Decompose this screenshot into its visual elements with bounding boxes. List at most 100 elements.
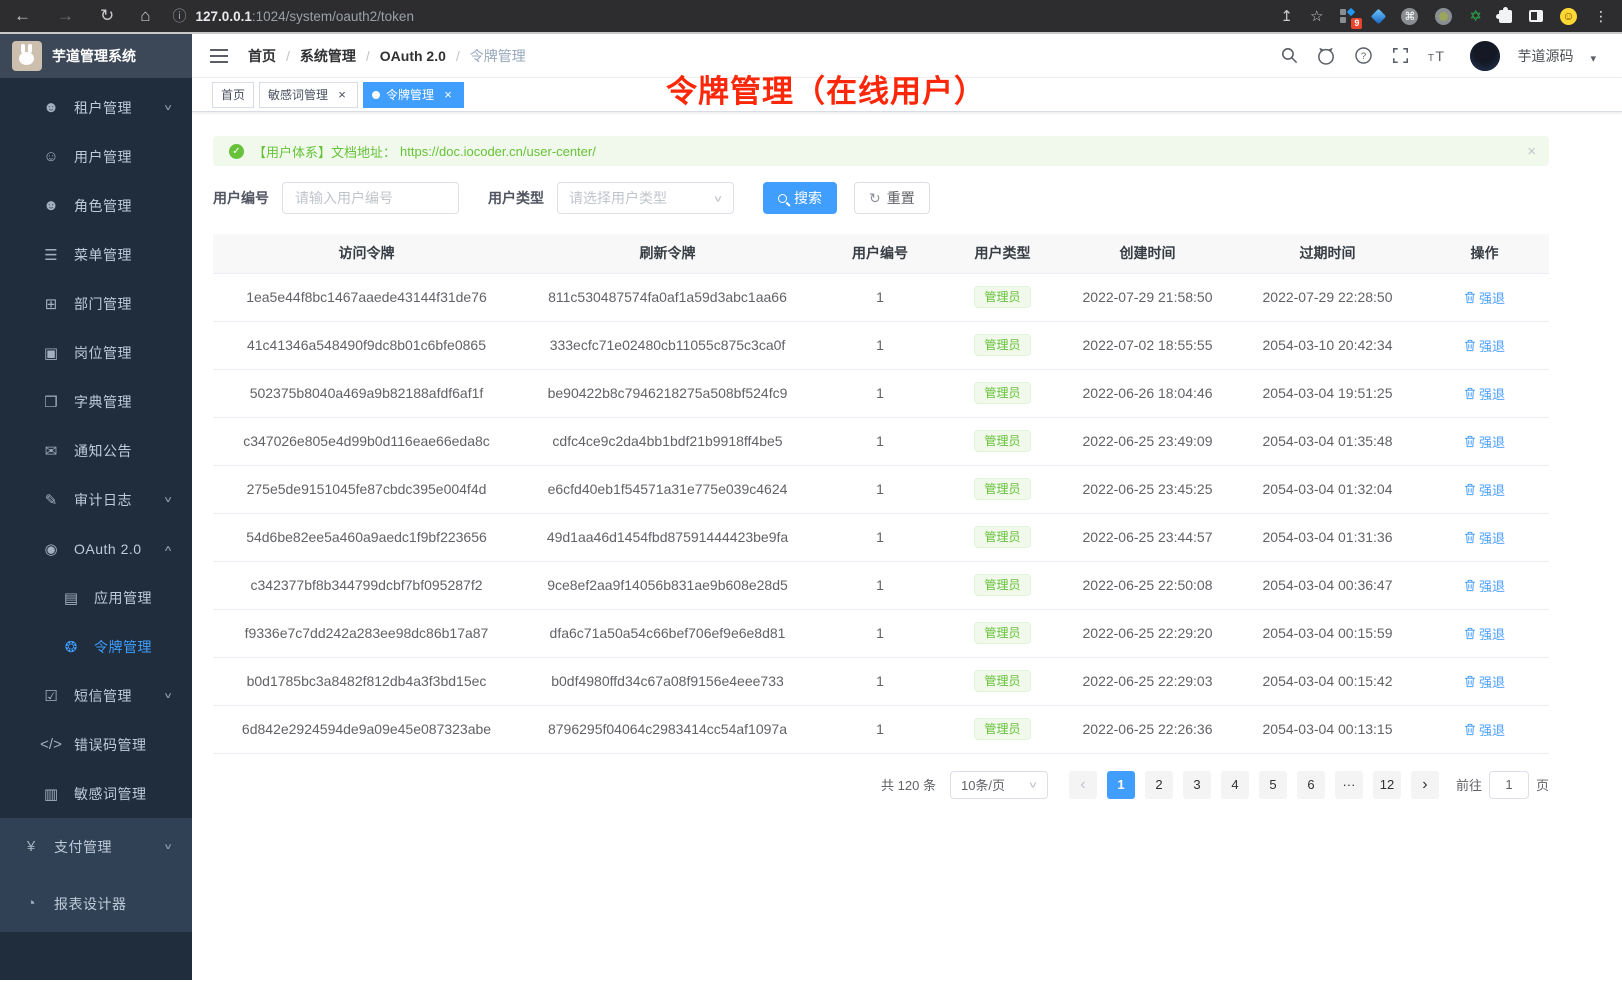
view-tab[interactable]: 令牌管理	[363, 82, 464, 108]
sidebar-item[interactable]: ◉ OAuth 2.0 ∧	[0, 524, 192, 573]
sidebar-item[interactable]: ✉ 通知公告	[0, 426, 192, 475]
force-logout-button[interactable]: 强退	[1464, 576, 1505, 595]
chevron-icon: ∨	[163, 691, 173, 701]
extension-grid-icon[interactable]: 9	[1340, 8, 1356, 24]
close-icon[interactable]	[441, 88, 455, 102]
sidebar-item[interactable]: ☻ 角色管理	[0, 181, 192, 230]
reset-button[interactable]: 重置	[854, 182, 930, 214]
search-button[interactable]: 搜索	[763, 182, 837, 214]
user-type-cell: 管理员	[945, 513, 1060, 561]
force-logout-button[interactable]: 强退	[1464, 288, 1505, 307]
extension-record-icon[interactable]	[1435, 8, 1452, 25]
sidebar-item[interactable]: ▣ 岗位管理	[0, 328, 192, 377]
user-menu-caret-icon[interactable]: ▾	[1590, 52, 1596, 65]
alert-close-icon[interactable]	[1527, 143, 1536, 160]
reload-icon[interactable]: ↻	[100, 6, 114, 26]
force-logout-button[interactable]: 强退	[1464, 528, 1505, 547]
view-tab[interactable]: 首页	[212, 82, 254, 108]
user-icon: ☺	[40, 148, 62, 165]
table-row: c342377bf8b344799dcbf7bf095287f2 9ce8ef2…	[213, 561, 1549, 609]
extensions-puzzle-icon[interactable]	[1499, 10, 1512, 23]
breadcrumb-item[interactable]: 首页	[248, 46, 300, 66]
payment-icon: ¥	[20, 838, 42, 855]
user-id-cell: 1	[815, 657, 945, 705]
page-number-button[interactable]: 1	[1107, 771, 1135, 799]
site-info-icon[interactable]: ⓘ	[173, 6, 187, 26]
breadcrumb-item[interactable]: 系统管理	[300, 46, 380, 66]
user-avatar[interactable]	[1470, 41, 1500, 71]
sidebar-item[interactable]: ✎ 审计日志 ∨	[0, 475, 192, 524]
sidebar-item[interactable]: </> 错误码管理	[0, 720, 192, 769]
col-access-token: 访问令牌	[213, 234, 520, 273]
help-icon[interactable]: ?	[1353, 46, 1373, 66]
page-number-button[interactable]: 12	[1373, 771, 1401, 799]
user-type-select[interactable]: 请选择用户类型 ∨	[557, 182, 734, 214]
force-logout-button[interactable]: 强退	[1464, 720, 1505, 739]
side-panel-icon[interactable]	[1529, 10, 1543, 22]
sidebar: 芋道管理系统 ☻ 租户管理 ∨ ☺ 用户管理 ☻ 角色管理	[0, 34, 192, 980]
trash-icon	[1464, 435, 1476, 448]
extension-diamond-icon[interactable]	[1371, 8, 1387, 24]
force-logout-button[interactable]: 强退	[1464, 624, 1505, 643]
sidebar-item[interactable]: ◔ 报表设计器	[0, 875, 192, 932]
page-number-button[interactable]: 4	[1221, 771, 1249, 799]
chevron-icon: ∨	[163, 103, 173, 113]
doc-link[interactable]: https://doc.iocoder.cn/user-center/	[400, 144, 596, 159]
force-logout-button[interactable]: 强退	[1464, 480, 1505, 499]
breadcrumb-item[interactable]: 令牌管理	[470, 46, 526, 66]
sidebar-item[interactable]: ⊞ 部门管理	[0, 279, 192, 328]
page-number-button[interactable]: 3	[1183, 771, 1211, 799]
goto-page-input[interactable]	[1489, 771, 1529, 799]
user-type-cell: 管理员	[945, 369, 1060, 417]
table-row: b0d1785bc3a8482f812db4a3f3bd15ec b0df498…	[213, 657, 1549, 705]
extension-command-icon[interactable]: ⌘	[1401, 8, 1418, 25]
page-number-button[interactable]: 5	[1259, 771, 1287, 799]
fullscreen-icon[interactable]	[1390, 46, 1410, 66]
sidebar-item[interactable]: ❒ 字典管理	[0, 377, 192, 426]
annotation-overlay: 令牌管理（在线用户）	[666, 66, 986, 111]
address-bar[interactable]: ⓘ 127.0.0.1:1024/system/oauth2/token	[173, 6, 1281, 26]
browser-menu-icon[interactable]: ⋮	[1594, 8, 1608, 25]
user-type-badge: 管理员	[974, 670, 1030, 692]
sidebar-item[interactable]: ▤ 应用管理	[0, 573, 192, 622]
page-number-button[interactable]: 2	[1145, 771, 1173, 799]
close-icon[interactable]	[335, 88, 349, 102]
back-icon[interactable]: ←	[14, 6, 31, 26]
created-cell: 2022-06-26 18:04:46	[1060, 369, 1235, 417]
profile-emoji-icon[interactable]: ☺	[1560, 8, 1577, 25]
force-logout-button[interactable]: 强退	[1464, 336, 1505, 355]
forward-icon[interactable]: →	[57, 6, 74, 26]
extension-star-icon[interactable]: ✡	[1469, 7, 1482, 25]
sidebar-item[interactable]: ▥ 敏感词管理	[0, 769, 192, 818]
sidebar-item[interactable]: ☑ 短信管理 ∨	[0, 671, 192, 720]
url-path: :1024/system/oauth2/token	[252, 9, 414, 24]
prev-page-button[interactable]	[1069, 771, 1097, 799]
page-number-button[interactable]: ···	[1335, 771, 1363, 799]
force-logout-button[interactable]: 强退	[1464, 672, 1505, 691]
sidebar-item[interactable]: ¥ 支付管理 ∨	[0, 818, 192, 875]
share-icon[interactable]: ↥	[1280, 7, 1293, 25]
sidebar-item[interactable]: ☰ 菜单管理	[0, 230, 192, 279]
user-id-input[interactable]	[282, 182, 459, 214]
next-page-button[interactable]	[1411, 771, 1439, 799]
bookmark-star-icon[interactable]: ☆	[1310, 7, 1323, 25]
trash-icon	[1464, 483, 1476, 496]
github-icon[interactable]	[1316, 46, 1336, 66]
access-token-cell: b0d1785bc3a8482f812db4a3f3bd15ec	[213, 657, 520, 705]
view-tab[interactable]: 敏感词管理	[259, 82, 358, 108]
sidebar-item[interactable]: ❂ 令牌管理	[0, 622, 192, 671]
home-icon[interactable]: ⌂	[140, 6, 150, 26]
table-row: 275e5de9151045fe87cbdc395e004f4d e6cfd40…	[213, 465, 1549, 513]
user-type-badge: 管理员	[974, 622, 1030, 644]
font-size-icon[interactable]: TT	[1427, 46, 1447, 66]
page-size-select[interactable]: 10条/页 ∨	[950, 771, 1048, 799]
page-number-button[interactable]: 6	[1297, 771, 1325, 799]
sidebar-item[interactable]: ☺ 用户管理	[0, 132, 192, 181]
user-type-cell: 管理员	[945, 609, 1060, 657]
sidebar-item[interactable]: ☻ 租户管理 ∨	[0, 83, 192, 132]
search-icon[interactable]	[1279, 46, 1299, 66]
breadcrumb-item[interactable]: OAuth 2.0	[380, 48, 470, 64]
sidebar-toggle-icon[interactable]	[210, 55, 228, 57]
force-logout-button[interactable]: 强退	[1464, 432, 1505, 451]
force-logout-button[interactable]: 强退	[1464, 384, 1505, 403]
